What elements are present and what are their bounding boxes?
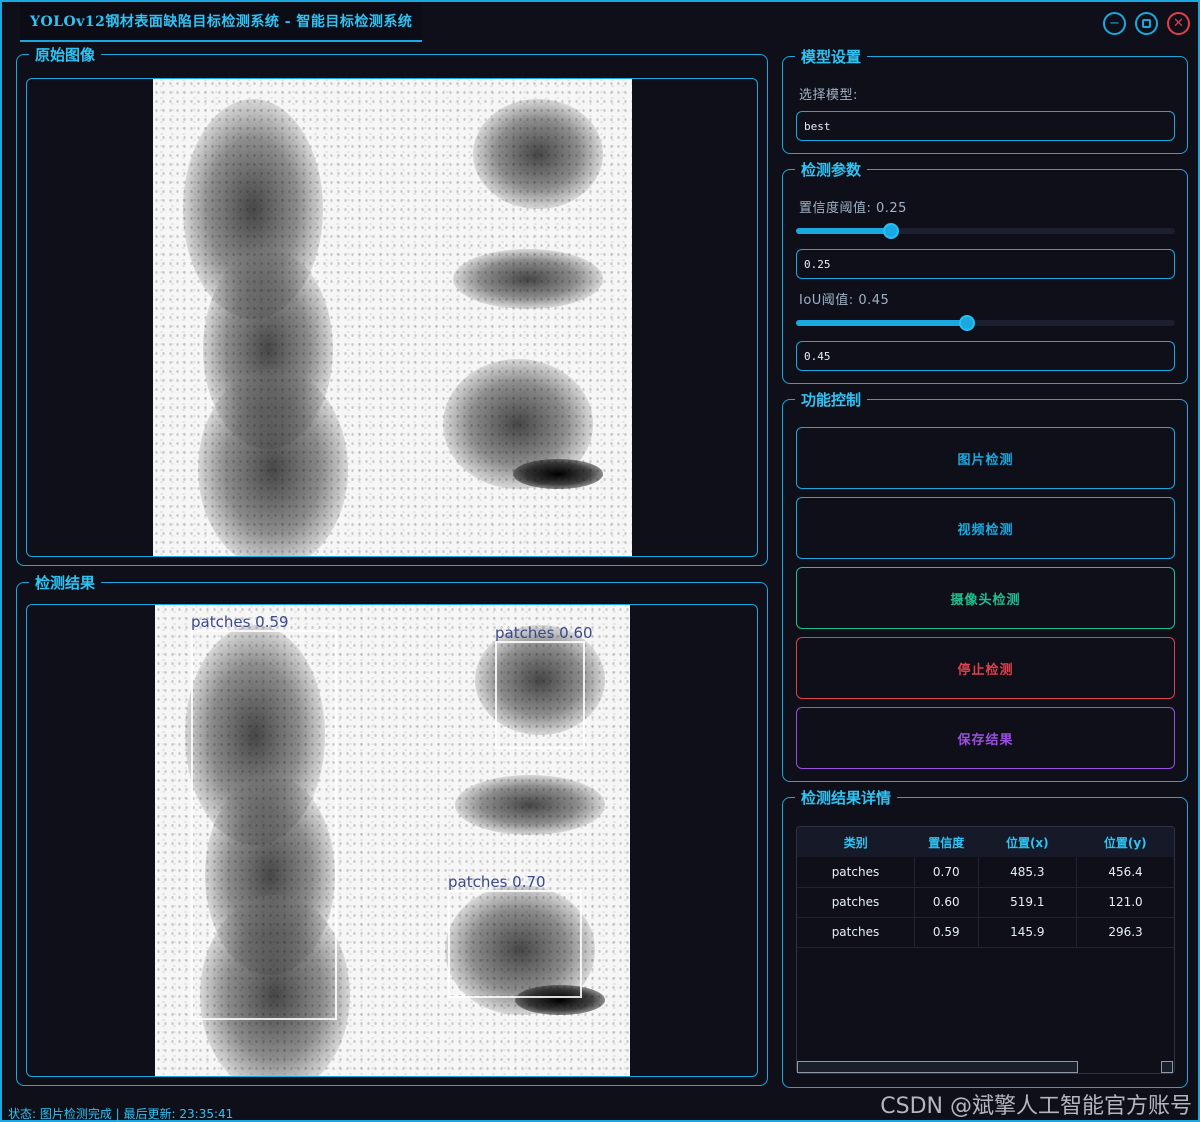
table-row[interactable]: patches 0.60 519.1 121.0 [797, 887, 1174, 918]
table-row[interactable]: patches 0.70 485.3 456.4 [797, 857, 1174, 888]
stop-detect-button[interactable]: 停止检测 [796, 637, 1175, 699]
window-title: YOLOv12钢材表面缺陷目标检测系统 - 智能目标检测系统 [20, 2, 423, 42]
detection-label: patches 0.59 [191, 613, 289, 631]
table-cell: 296.3 [1076, 917, 1174, 948]
table-cell: 519.1 [978, 887, 1078, 918]
model-settings-title: 模型设置 [795, 48, 868, 66]
column-header[interactable]: 位置(x) [978, 827, 1077, 857]
minimize-button[interactable]: − [1103, 12, 1126, 35]
result-image-frame: patches 0.59 patches 0.60 patches 0.70 [26, 604, 758, 1077]
x-icon: ✕ [1173, 16, 1184, 31]
confidence-slider-fill [796, 228, 891, 234]
table-cell: 456.4 [1076, 857, 1174, 888]
iou-slider[interactable] [796, 315, 1175, 331]
confidence-slider[interactable] [796, 223, 1175, 239]
table-cell: 0.60 [914, 887, 979, 918]
model-select[interactable]: best [796, 111, 1175, 141]
title-bar: YOLOv12钢材表面缺陷目标检测系统 - 智能目标检测系统 − ✕ [2, 2, 1198, 42]
table-header-row: 类别 置信度 位置(x) 位置(y) [797, 827, 1174, 857]
table-cell: 0.59 [914, 917, 979, 948]
close-button[interactable]: ✕ [1167, 12, 1190, 35]
confidence-slider-handle[interactable] [882, 223, 899, 239]
column-header[interactable]: 位置(y) [1076, 827, 1174, 857]
app-window: YOLOv12钢材表面缺陷目标检测系统 - 智能目标检测系统 − ✕ 原始图像 … [0, 0, 1200, 1122]
table-cell: 0.70 [914, 857, 979, 888]
results-table[interactable]: 类别 置信度 位置(x) 位置(y) patches 0.70 485.3 45… [796, 826, 1175, 1074]
table-cell: patches [797, 857, 915, 888]
detection-result-title: 检测结果 [29, 574, 102, 592]
camera-detect-button[interactable]: 摄像头检测 [796, 567, 1175, 629]
minus-icon: − [1109, 16, 1120, 31]
table-cell: 121.0 [1076, 887, 1174, 918]
detection-box [448, 890, 582, 998]
table-cell: patches [797, 917, 915, 948]
table-cell: 145.9 [978, 917, 1078, 948]
detection-label: patches 0.60 [495, 624, 593, 642]
video-detect-button[interactable]: 视频检测 [796, 497, 1175, 559]
iou-input[interactable]: 0.45 [796, 341, 1175, 371]
model-select-label: 选择模型: [799, 88, 858, 103]
column-header[interactable]: 置信度 [914, 827, 979, 857]
table-cell: patches [797, 887, 915, 918]
table-cell: 485.3 [978, 857, 1078, 888]
square-icon [1142, 19, 1151, 28]
status-bar: 状态: 图片检测完成 | 最后更新: 23:35:41 [8, 1107, 234, 1121]
scrollbar-end-handle[interactable] [1161, 1061, 1173, 1073]
original-steel-image [153, 79, 632, 556]
results-detail-title: 检测结果详情 [795, 789, 898, 807]
detection-params-title: 检测参数 [795, 161, 868, 179]
image-detect-button[interactable]: 图片检测 [796, 427, 1175, 489]
detection-box [191, 630, 337, 1020]
save-results-button[interactable]: 保存结果 [796, 707, 1175, 769]
detection-label: patches 0.70 [448, 873, 546, 891]
maximize-button[interactable] [1135, 12, 1158, 35]
iou-label: IoU阈值: 0.45 [799, 293, 890, 308]
column-header[interactable]: 类别 [797, 827, 915, 857]
iou-slider-fill [796, 320, 967, 326]
detection-box [495, 641, 585, 749]
confidence-label: 置信度阈值: 0.25 [799, 201, 907, 216]
horizontal-scrollbar[interactable] [797, 1061, 1078, 1073]
table-row[interactable]: patches 0.59 145.9 296.3 [797, 917, 1174, 948]
watermark-text: CSDN @斌擎人工智能官方账号 [880, 1094, 1192, 1119]
original-image-title: 原始图像 [29, 46, 102, 64]
function-control-title: 功能控制 [795, 391, 868, 409]
original-image-frame [26, 78, 758, 557]
confidence-input[interactable]: 0.25 [796, 249, 1175, 279]
iou-slider-handle[interactable] [958, 315, 975, 331]
result-steel-image: patches 0.59 patches 0.60 patches 0.70 [155, 605, 630, 1076]
